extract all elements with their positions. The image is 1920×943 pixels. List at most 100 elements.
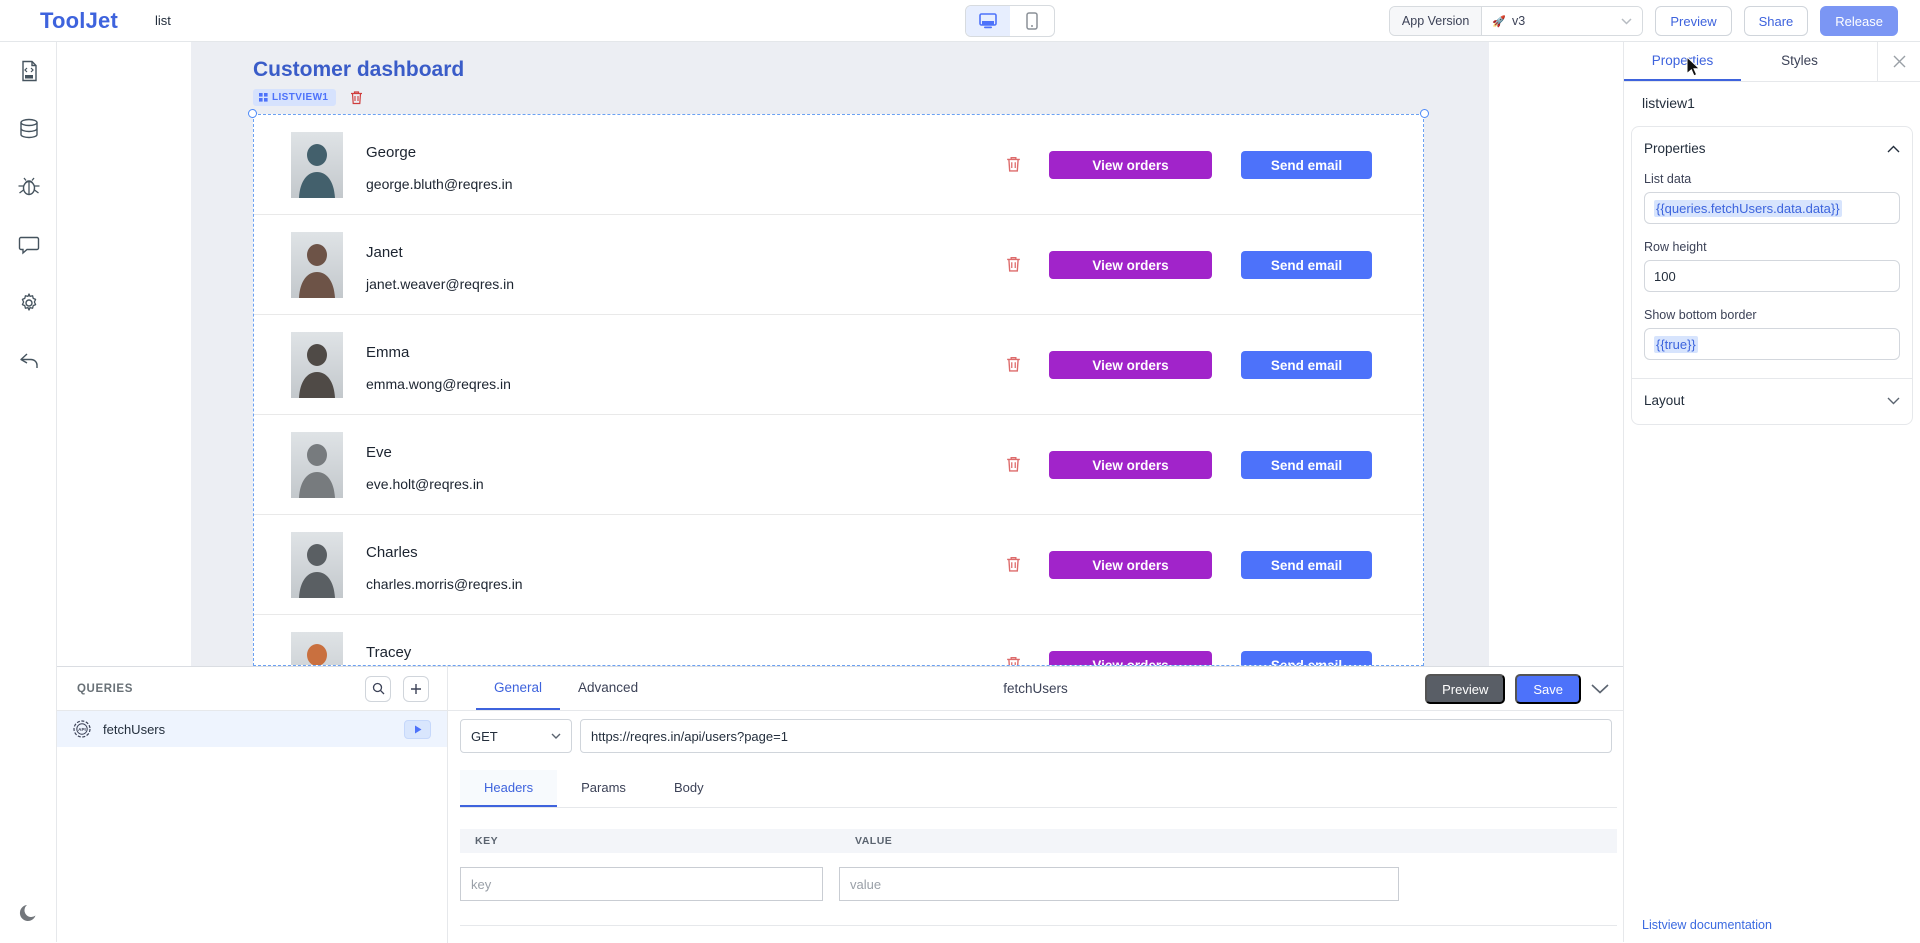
send-email-button[interactable]: Send email <box>1241 651 1372 666</box>
query-preview-button[interactable]: Preview <box>1425 674 1505 704</box>
search-icon <box>372 682 385 695</box>
send-email-button[interactable]: Send email <box>1241 451 1372 479</box>
resize-handle[interactable] <box>1420 109 1429 118</box>
view-orders-button[interactable]: View orders <box>1049 251 1212 279</box>
close-inspector-button[interactable] <box>1877 42 1920 81</box>
search-query-button[interactable] <box>365 676 391 702</box>
list-data-label: List data <box>1644 172 1900 186</box>
user-email: charles.morris@reqres.in <box>366 576 523 592</box>
widget-delete-icon[interactable] <box>350 90 363 105</box>
tab-advanced[interactable]: Advanced <box>560 667 656 710</box>
view-orders-button[interactable]: View orders <box>1049 451 1212 479</box>
query-save-button[interactable]: Save <box>1515 674 1581 704</box>
page-title[interactable]: Customer dashboard <box>253 58 464 82</box>
widget-badge: LISTVIEW1 <box>253 89 336 106</box>
value-input[interactable] <box>839 867 1399 901</box>
divider <box>460 925 1617 926</box>
mouse-cursor <box>1686 57 1703 79</box>
tab-headers[interactable]: Headers <box>460 770 557 807</box>
avatar <box>291 532 343 598</box>
dark-mode-toggle[interactable] <box>0 902 57 924</box>
app-version-label: App Version <box>1390 7 1482 35</box>
section-properties[interactable]: Properties <box>1644 141 1900 156</box>
plus-icon <box>410 683 422 695</box>
moon-icon <box>18 902 40 924</box>
version-select[interactable]: 🚀 v3 <box>1482 7 1642 35</box>
avatar <box>291 232 343 298</box>
doc-link[interactable]: Listview documentation <box>1642 918 1772 932</box>
add-query-button[interactable] <box>403 676 429 702</box>
widget-inspector: Properties Styles listview1 Properties L… <box>1623 42 1920 942</box>
sidebar-item-debugger[interactable] <box>0 158 57 216</box>
release-button[interactable]: Release <box>1820 6 1898 36</box>
row-height-input[interactable]: 100 <box>1644 260 1900 292</box>
tab-general[interactable]: General <box>476 667 560 710</box>
url-input[interactable] <box>580 719 1612 753</box>
send-email-button[interactable]: Send email <box>1241 551 1372 579</box>
share-button[interactable]: Share <box>1744 6 1809 36</box>
sidebar-item-comments[interactable] <box>0 216 57 274</box>
comment-icon <box>18 235 40 255</box>
view-orders-button[interactable]: View orders <box>1049 551 1212 579</box>
tab-styles[interactable]: Styles <box>1741 42 1858 81</box>
delete-row-icon[interactable] <box>1006 155 1021 173</box>
listview-widget[interactable]: George george.bluth@reqres.in View order… <box>253 114 1424 666</box>
desktop-icon <box>978 12 998 30</box>
bottom-border-label: Show bottom border <box>1644 308 1900 322</box>
section-layout[interactable]: Layout <box>1644 379 1900 424</box>
list-data-value: {{queries.fetchUsers.data.data}} <box>1654 200 1842 217</box>
view-orders-button[interactable]: View orders <box>1049 351 1212 379</box>
key-input[interactable] <box>460 867 823 901</box>
properties-section-label: Properties <box>1644 141 1706 156</box>
delete-row-icon[interactable] <box>1006 655 1021 666</box>
sidebar-item-undo[interactable] <box>0 332 57 390</box>
tab-body[interactable]: Body <box>650 770 728 807</box>
bottom-border-value: {{true}} <box>1654 336 1698 353</box>
row-height-label: Row height <box>1644 240 1900 254</box>
send-email-button[interactable]: Send email <box>1241 251 1372 279</box>
view-orders-button[interactable]: View orders <box>1049 651 1212 666</box>
tab-params[interactable]: Params <box>557 770 650 807</box>
method-select[interactable]: GET <box>460 719 572 753</box>
query-title: fetchUsers <box>1003 681 1068 696</box>
preview-button[interactable]: Preview <box>1655 6 1731 36</box>
delete-row-icon[interactable] <box>1006 255 1021 273</box>
sidebar-item-settings[interactable] <box>0 274 57 332</box>
send-email-button[interactable]: Send email <box>1241 351 1372 379</box>
desktop-layout-button[interactable] <box>966 6 1010 36</box>
sidebar-item-datasources[interactable] <box>0 100 57 158</box>
value-column-header: VALUE <box>855 835 892 847</box>
bug-icon <box>17 176 41 198</box>
delete-row-icon[interactable] <box>1006 555 1021 573</box>
tab-properties[interactable]: Properties <box>1624 42 1741 81</box>
avatar <box>291 332 343 398</box>
query-panel: QUERIES API fetchUsers <box>57 666 1623 942</box>
delete-row-icon[interactable] <box>1006 355 1021 373</box>
play-icon <box>414 725 422 734</box>
run-query-button[interactable] <box>404 720 431 739</box>
user-name: Tracey <box>366 644 411 661</box>
delete-row-icon[interactable] <box>1006 455 1021 473</box>
chevron-down-icon <box>1621 18 1632 25</box>
query-list-item[interactable]: API fetchUsers <box>57 711 447 747</box>
app-version-group: App Version 🚀 v3 <box>1389 6 1643 36</box>
resize-handle[interactable] <box>248 109 257 118</box>
widget-badge-label: LISTVIEW1 <box>272 92 328 103</box>
gear-icon <box>18 292 40 314</box>
view-orders-button[interactable]: View orders <box>1049 151 1212 179</box>
bottom-border-input[interactable]: {{true}} <box>1644 328 1900 360</box>
chevron-up-icon <box>1887 145 1900 153</box>
collapse-panel-icon[interactable] <box>1591 684 1609 694</box>
listview-widget-icon <box>259 93 268 102</box>
request-subtabs: Headers Params Body <box>460 770 1617 808</box>
page-icon <box>19 60 39 82</box>
sidebar-item-pages[interactable] <box>0 42 57 100</box>
user-email: janet.weaver@reqres.in <box>366 276 514 292</box>
mobile-layout-button[interactable] <box>1010 6 1054 36</box>
app-canvas[interactable]: Customer dashboard LISTVIEW1 George geor… <box>191 42 1489 666</box>
send-email-button[interactable]: Send email <box>1241 151 1372 179</box>
layout-section-label: Layout <box>1644 393 1685 408</box>
editor-main-area: Customer dashboard LISTVIEW1 George geor… <box>57 42 1623 666</box>
app-name[interactable]: list <box>155 13 171 28</box>
list-data-input[interactable]: {{queries.fetchUsers.data.data}} <box>1644 192 1900 224</box>
